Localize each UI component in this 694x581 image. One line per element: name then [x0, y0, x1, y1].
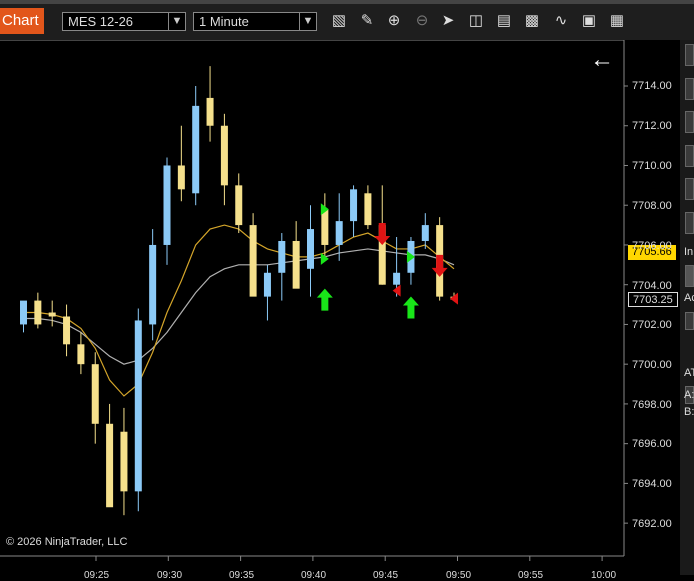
price-chart[interactable]: [0, 0, 694, 575]
time-axis-label: 09:40: [301, 570, 327, 581]
time-axis-label: 09:50: [446, 570, 472, 581]
buy-arrow-icon: [402, 296, 419, 319]
candle-body: [163, 165, 171, 245]
candle-body: [321, 209, 329, 245]
panel-button[interactable]: [685, 111, 694, 133]
current-price-tag: 7703.25: [628, 292, 678, 307]
candle-body: [177, 165, 185, 190]
panel-label: Ac: [684, 292, 694, 304]
time-axis-label: 10:00: [591, 570, 617, 581]
price-axis-label: 7692.00: [632, 518, 672, 530]
panel-field[interactable]: [685, 265, 694, 287]
time-axis-label: 09:35: [229, 570, 255, 581]
candle-body: [292, 240, 300, 289]
panel-label: B:: [684, 406, 694, 418]
panel-label: A:: [684, 389, 694, 401]
time-axis-label: 09:30: [157, 570, 183, 581]
panel-field[interactable]: [685, 312, 694, 330]
candle-body: [393, 272, 401, 285]
time-axis-label: 09:45: [373, 570, 399, 581]
panel-button[interactable]: [685, 178, 694, 200]
sell-arrow-icon: [431, 254, 448, 277]
candle-body: [63, 316, 71, 345]
candle-body: [220, 125, 228, 186]
candle-body: [206, 97, 214, 126]
candle-body: [350, 189, 358, 222]
candle-body: [91, 364, 99, 424]
candle-body: [335, 221, 343, 245]
price-axis-label: 7702.00: [632, 319, 672, 331]
panel-button[interactable]: [685, 212, 694, 234]
candle-body: [34, 300, 42, 325]
candle-body: [120, 431, 128, 492]
candle-body: [364, 193, 372, 226]
time-axis-label: 09:25: [84, 570, 110, 581]
panel-button[interactable]: [685, 145, 694, 167]
candle-body: [278, 240, 286, 273]
price-axis-label: 7696.00: [632, 438, 672, 450]
price-axis-label: 7710.00: [632, 160, 672, 172]
copyright-text: © 2026 NinjaTrader, LLC: [6, 536, 128, 548]
price-axis-label: 7694.00: [632, 478, 672, 490]
price-axis-label: 7700.00: [632, 359, 672, 371]
panel-button[interactable]: [685, 78, 694, 100]
price-axis-label: 7714.00: [632, 80, 672, 92]
panel-label: AT: [684, 367, 694, 379]
ma-fast-line: [23, 224, 455, 397]
panel-label: In: [684, 246, 694, 258]
candle-body: [307, 229, 314, 269]
price-axis-label: 7712.00: [632, 120, 672, 132]
price-axis-label: 7704.00: [632, 280, 672, 292]
candle-body: [77, 344, 85, 365]
candle-body: [192, 105, 200, 194]
candle-body: [48, 312, 56, 317]
candle-body: [134, 320, 142, 492]
candle-body: [263, 272, 271, 297]
candle-body: [149, 244, 157, 325]
price-axis-label: 7708.00: [632, 200, 672, 212]
candle-body: [421, 225, 429, 241]
buy-arrow-icon: [316, 288, 333, 311]
ma-slow-line: [23, 248, 455, 365]
back-arrow-icon[interactable]: ←: [590, 48, 614, 72]
candle-body: [249, 225, 257, 297]
sell-arrow-icon: [374, 223, 391, 246]
price-axis-label: 7706.00: [632, 240, 672, 252]
candle-body: [106, 423, 114, 508]
panel-button[interactable]: [685, 44, 694, 66]
candle-body: [20, 300, 27, 325]
time-axis-label: 09:55: [518, 570, 544, 581]
candle-body: [235, 185, 243, 226]
price-axis-label: 7698.00: [632, 399, 672, 411]
